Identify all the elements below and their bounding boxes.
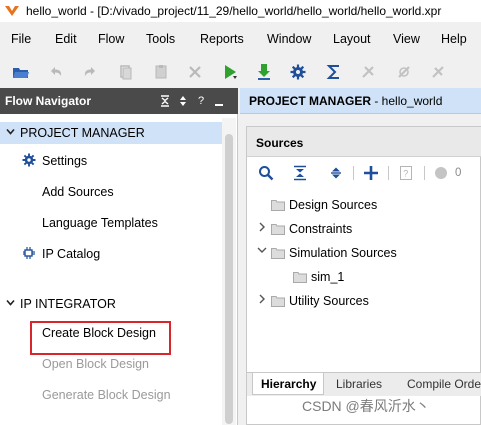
tree-label: Constraints bbox=[289, 222, 353, 236]
nav-item-label: Add Sources bbox=[42, 185, 114, 199]
chevron-right-icon[interactable] bbox=[258, 222, 266, 235]
section-label: IP INTEGRATOR bbox=[20, 297, 116, 311]
menu-edit[interactable]: Edit bbox=[55, 32, 77, 46]
sources-title: Sources bbox=[256, 136, 304, 150]
project-manager-title: PROJECT MANAGER - hello_world bbox=[249, 94, 442, 108]
toolbar-separator bbox=[353, 166, 354, 180]
copy-icon[interactable] bbox=[115, 62, 135, 82]
svg-text:?: ? bbox=[403, 169, 408, 179]
tree-label: Simulation Sources bbox=[289, 246, 397, 260]
main-toolbar bbox=[0, 56, 481, 88]
section-ip-integrator[interactable]: IP INTEGRATOR bbox=[0, 293, 222, 315]
menu-reports[interactable]: Reports bbox=[200, 32, 244, 46]
chevron-down-icon bbox=[6, 298, 15, 310]
nav-item-settings[interactable]: Settings bbox=[0, 150, 222, 172]
help-icon[interactable]: ? bbox=[194, 94, 208, 108]
expand-icon[interactable] bbox=[176, 94, 190, 108]
section-label: PROJECT MANAGER bbox=[20, 126, 145, 140]
minimize-icon[interactable] bbox=[212, 94, 226, 108]
nav-item-add-sources[interactable]: Add Sources bbox=[0, 181, 222, 203]
menu-window[interactable]: Window bbox=[267, 32, 311, 46]
add-icon[interactable] bbox=[362, 164, 380, 182]
ip-catalog-icon bbox=[22, 246, 36, 260]
disabled-tool-icon-1[interactable] bbox=[358, 62, 378, 82]
chevron-down-icon[interactable] bbox=[257, 246, 267, 257]
settings-gear-icon[interactable] bbox=[288, 62, 308, 82]
status-circle-icon bbox=[432, 164, 450, 182]
nav-item-label: Settings bbox=[42, 154, 88, 168]
collapse-all-icon[interactable] bbox=[158, 94, 172, 108]
nav-item-label: Language Templates bbox=[42, 216, 158, 230]
flow-navigator-header: Flow Navigator ? bbox=[0, 88, 238, 114]
tree-row-simulation-sources[interactable]: Simulation Sources bbox=[247, 243, 481, 263]
folder-icon bbox=[293, 271, 307, 283]
search-icon[interactable] bbox=[257, 164, 275, 182]
vivado-app-icon bbox=[4, 3, 20, 19]
disabled-tool-icon-3[interactable] bbox=[428, 62, 448, 82]
nav-item-generate-block-design: Generate Block Design bbox=[0, 384, 222, 406]
folder-icon bbox=[271, 223, 285, 235]
undo-icon[interactable] bbox=[46, 62, 66, 82]
tab-compile-order[interactable]: Compile Orde bbox=[407, 373, 481, 395]
tree-row-utility-sources[interactable]: Utility Sources bbox=[247, 291, 481, 311]
sigma-icon[interactable] bbox=[324, 62, 344, 82]
sources-tabs: Hierarchy Libraries Compile Orde bbox=[247, 372, 481, 396]
sources-header: Sources bbox=[247, 127, 481, 157]
nav-item-label: Open Block Design bbox=[42, 357, 150, 371]
section-project-manager[interactable]: PROJECT MANAGER bbox=[0, 122, 222, 144]
toolbar-separator bbox=[424, 166, 425, 180]
nav-item-open-block-design: Open Block Design bbox=[0, 353, 222, 375]
menu-file[interactable]: File bbox=[11, 32, 31, 46]
project-name: - hello_world bbox=[371, 94, 443, 108]
nav-item-label: IP Catalog bbox=[42, 247, 101, 261]
tree-row-sim-1[interactable]: sim_1 bbox=[247, 267, 481, 287]
watermark: CSDN @春风沂水丶 bbox=[302, 398, 430, 414]
sources-count: 0 bbox=[455, 167, 462, 179]
scrollbar-thumb[interactable] bbox=[225, 134, 233, 424]
sources-panel: Sources ? 0 Design Sources Constraints S… bbox=[246, 126, 481, 425]
folder-icon bbox=[271, 199, 285, 211]
menu-help[interactable]: Help bbox=[441, 32, 467, 46]
project-manager-header: PROJECT MANAGER - hello_world bbox=[240, 88, 481, 114]
chevron-down-icon bbox=[6, 127, 15, 139]
expand-all-icon[interactable] bbox=[327, 164, 345, 182]
window-title: hello_world - [D:/vivado_project/11_29/h… bbox=[26, 4, 442, 18]
annotation-highlight-box bbox=[30, 321, 171, 355]
redo-icon[interactable] bbox=[80, 62, 100, 82]
toolbar-separator bbox=[388, 166, 389, 180]
flow-navigator-title: Flow Navigator bbox=[5, 94, 92, 108]
disabled-tool-icon-2[interactable] bbox=[394, 62, 414, 82]
nav-item-label: Generate Block Design bbox=[42, 388, 171, 402]
title-bar: hello_world - [D:/vivado_project/11_29/h… bbox=[0, 0, 481, 22]
tab-hierarchy[interactable]: Hierarchy bbox=[252, 373, 324, 395]
sources-toolbar: ? 0 bbox=[247, 160, 481, 188]
open-project-icon[interactable] bbox=[11, 62, 31, 82]
project-manager-title-bold: PROJECT MANAGER bbox=[249, 94, 372, 108]
folder-icon bbox=[271, 295, 285, 307]
nav-item-language-templates[interactable]: Language Templates bbox=[0, 212, 222, 234]
menu-flow[interactable]: Flow bbox=[98, 32, 124, 46]
menu-view[interactable]: View bbox=[393, 32, 420, 46]
tab-libraries[interactable]: Libraries bbox=[336, 373, 382, 395]
tree-label: sim_1 bbox=[311, 270, 345, 284]
tree-row-constraints[interactable]: Constraints bbox=[247, 219, 481, 239]
flow-navigator-scrollbar[interactable] bbox=[222, 118, 236, 425]
tree-row-design-sources[interactable]: Design Sources bbox=[247, 195, 481, 215]
folder-icon bbox=[271, 247, 285, 259]
tree-label: Design Sources bbox=[289, 198, 378, 212]
menu-layout[interactable]: Layout bbox=[333, 32, 371, 46]
nav-item-ip-catalog[interactable]: IP Catalog bbox=[0, 243, 222, 265]
flow-navigator-panel: Flow Navigator ? PROJECT MANAGER Setting… bbox=[0, 88, 238, 425]
question-doc-icon[interactable]: ? bbox=[397, 164, 415, 182]
paste-icon[interactable] bbox=[151, 62, 171, 82]
collapse-all-icon[interactable] bbox=[291, 164, 309, 182]
menu-tools[interactable]: Tools bbox=[146, 32, 175, 46]
delete-icon[interactable] bbox=[185, 62, 205, 82]
chevron-right-icon[interactable] bbox=[258, 294, 266, 307]
program-device-icon[interactable] bbox=[254, 62, 274, 82]
gear-icon bbox=[22, 153, 36, 167]
tree-label: Utility Sources bbox=[289, 294, 369, 308]
menu-bar: File Edit Flow Tools Reports Window Layo… bbox=[0, 26, 481, 52]
run-icon[interactable] bbox=[220, 62, 240, 82]
